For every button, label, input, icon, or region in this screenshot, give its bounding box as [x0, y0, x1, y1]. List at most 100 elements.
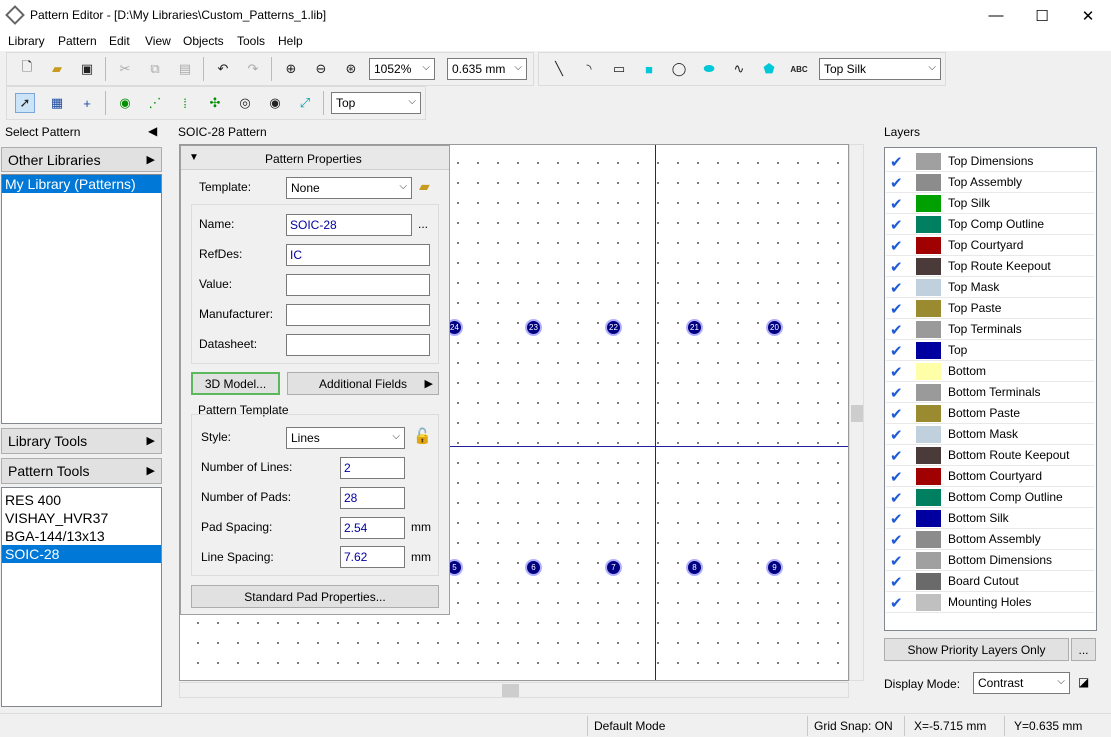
menu-pattern[interactable]: Pattern [58, 34, 97, 48]
layer-color-swatch[interactable] [916, 237, 941, 254]
layer-color-swatch[interactable] [916, 384, 941, 401]
layer-color-swatch[interactable] [916, 216, 941, 233]
layer-color-swatch[interactable] [916, 174, 941, 191]
layer-color-swatch[interactable] [916, 531, 941, 548]
pad-array-icon[interactable]: ⁞ [175, 93, 195, 113]
filled-rectangle-icon[interactable]: ■ [639, 59, 659, 79]
list-item[interactable]: SOIC-28 [2, 545, 161, 563]
check-icon[interactable]: ✔ [890, 594, 903, 612]
vertical-scrollbar[interactable] [849, 144, 864, 681]
layer-color-swatch[interactable] [916, 363, 941, 380]
list-item[interactable]: BGA-144/13x13 [2, 527, 161, 545]
pad[interactable]: 7 [605, 559, 622, 576]
check-icon[interactable]: ✔ [890, 258, 903, 276]
layer-color-swatch[interactable] [916, 153, 941, 170]
cut-icon[interactable]: ✂ [115, 59, 135, 79]
maximize-button[interactable]: ☐ [1019, 0, 1065, 31]
horizontal-scroll-thumb[interactable] [502, 684, 519, 697]
layer-row[interactable]: ✔ Bottom Mask [886, 424, 1094, 445]
menu-tools[interactable]: Tools [237, 34, 265, 48]
horizontal-scrollbar[interactable] [179, 682, 849, 698]
layer-row[interactable]: ✔ Top Dimensions [886, 151, 1094, 172]
layer-row[interactable]: ✔ Top [886, 340, 1094, 361]
check-icon[interactable]: ✔ [890, 174, 903, 192]
minimize-button[interactable]: — [973, 0, 1019, 31]
pad[interactable]: 21 [686, 319, 703, 336]
display-mode-combo[interactable]: Contrast ⌵ [973, 672, 1070, 694]
paste-icon[interactable]: ▤ [175, 59, 195, 79]
layer-row[interactable]: ✔ Bottom Courtyard [886, 466, 1094, 487]
template-combo[interactable]: None ⌵ [286, 177, 412, 199]
library-tools-button[interactable]: Library Tools ▶ [1, 428, 162, 454]
zoom-combo[interactable]: 1052% ⌵ [369, 58, 435, 80]
open-folder-icon[interactable]: ▰ [419, 178, 430, 195]
grid-combo[interactable]: 0.635 mm ⌵ [447, 58, 527, 80]
layer-row[interactable]: ✔ Top Terminals [886, 319, 1094, 340]
other-libraries-button[interactable]: Other Libraries ▶ [1, 147, 162, 172]
layer-row[interactable]: ✔ Bottom [886, 361, 1094, 382]
layer-color-swatch[interactable] [916, 300, 941, 317]
polygon-icon[interactable]: ⬟ [759, 59, 779, 79]
polyline-icon[interactable]: ∿ [729, 59, 749, 79]
name-more-button[interactable]: ... [418, 217, 428, 231]
pad-cross-icon[interactable]: ✣ [205, 93, 225, 113]
hole-icon[interactable]: ◎ [235, 93, 255, 113]
manufacturer-field[interactable] [286, 304, 430, 326]
layer-color-swatch[interactable] [916, 426, 941, 443]
layer-row[interactable]: ✔ Bottom Comp Outline [886, 487, 1094, 508]
check-icon[interactable]: ✔ [890, 237, 903, 255]
check-icon[interactable]: ✔ [890, 531, 903, 549]
vertical-scroll-thumb[interactable] [851, 405, 863, 422]
pad-spacing-field[interactable]: 2.54 [340, 517, 405, 539]
number-of-pads-field[interactable]: 28 [340, 487, 405, 509]
check-icon[interactable]: ✔ [890, 468, 903, 486]
list-item[interactable]: VISHAY_HVR37 [2, 509, 161, 527]
pad[interactable]: 23 [525, 319, 542, 336]
refdes-field[interactable]: IC [286, 244, 430, 266]
check-icon[interactable]: ✔ [890, 489, 903, 507]
check-icon[interactable]: ✔ [890, 153, 903, 171]
zoom-in-icon[interactable]: ⊕ [281, 59, 301, 79]
ellipse-icon[interactable]: ◯ [669, 59, 689, 79]
layer-color-swatch[interactable] [916, 552, 941, 569]
line-icon[interactable]: ╲ [549, 59, 569, 79]
close-button[interactable]: ✕ [1065, 0, 1111, 31]
open-folder-icon[interactable]: ▰ [47, 59, 67, 79]
line-spacing-field[interactable]: 7.62 [340, 546, 405, 568]
library-item[interactable]: My Library (Patterns) [2, 175, 161, 193]
check-icon[interactable]: ✔ [890, 363, 903, 381]
lock-icon[interactable]: 🔓 [413, 427, 432, 445]
value-field[interactable] [286, 274, 430, 296]
select-arrow-icon[interactable]: ➚ [15, 93, 35, 113]
text-icon[interactable]: ABC [789, 59, 809, 79]
check-icon[interactable]: ✔ [890, 279, 903, 297]
new-icon[interactable]: 🗋 [17, 59, 37, 79]
check-icon[interactable]: ✔ [890, 552, 903, 570]
menu-view[interactable]: View [145, 34, 171, 48]
style-combo[interactable]: Lines ⌵ [286, 427, 405, 449]
pad-icon[interactable]: ◉ [115, 93, 135, 113]
layer-color-swatch[interactable] [916, 258, 941, 275]
layer-color-swatch[interactable] [916, 447, 941, 464]
collapse-left-icon[interactable]: ◀ [148, 124, 157, 138]
menu-help[interactable]: Help [278, 34, 303, 48]
undo-icon[interactable]: ↶ [213, 59, 233, 79]
name-field[interactable]: SOIC-28 [286, 214, 412, 236]
additional-fields-button[interactable]: Additional Fields ▶ [287, 372, 439, 395]
layer-row[interactable]: ✔ Bottom Silk [886, 508, 1094, 529]
layer-row[interactable]: ✔ Top Courtyard [886, 235, 1094, 256]
show-priority-layers-button[interactable]: Show Priority Layers Only [884, 638, 1069, 661]
redo-icon[interactable]: ↷ [243, 59, 263, 79]
filled-ellipse-icon[interactable]: ⬬ [699, 59, 719, 79]
rectangle-icon[interactable]: ▭ [609, 59, 629, 79]
measure-icon[interactable]: ▦ [47, 93, 67, 113]
arc-icon[interactable]: ◝ [579, 59, 599, 79]
datasheet-field[interactable] [286, 334, 430, 356]
zoom-fit-icon[interactable]: ⊛ [341, 59, 361, 79]
pad[interactable]: 6 [525, 559, 542, 576]
layer-row[interactable]: ✔ Top Silk [886, 193, 1094, 214]
zoom-out-icon[interactable]: ⊖ [311, 59, 331, 79]
layer-row[interactable]: ✔ Mounting Holes [886, 592, 1094, 613]
layer-row[interactable]: ✔ Board Cutout [886, 571, 1094, 592]
check-icon[interactable]: ✔ [890, 510, 903, 528]
